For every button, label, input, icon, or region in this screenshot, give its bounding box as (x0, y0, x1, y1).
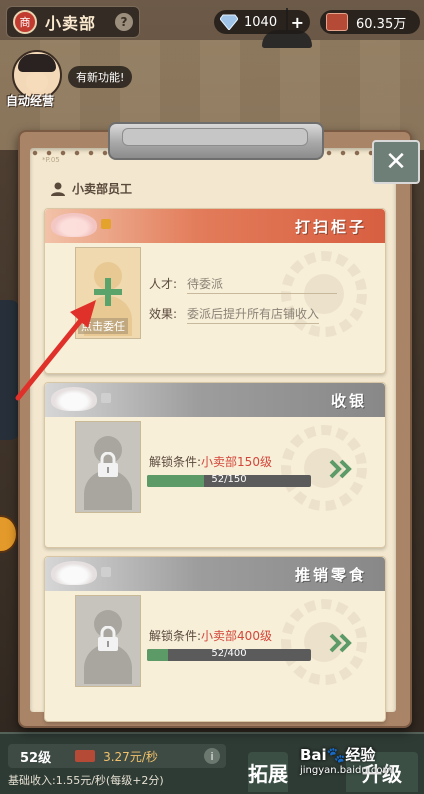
lock-icon (98, 626, 118, 651)
shop-title: 小卖部 (45, 14, 97, 33)
income-rate: 3.27元/秒 (103, 749, 158, 764)
money-counter: 60.35万 (320, 10, 420, 34)
staff-card-clean-cabinet: 打扫柜子 点击委任 人才: 待委派 效果: 委派后提升所有店铺收入 (44, 208, 386, 374)
chef-hat-icon (51, 561, 97, 585)
income-icon (75, 750, 96, 762)
locked-staff-slot (75, 421, 141, 513)
level-progress-bar: 52/150 (147, 474, 311, 487)
level-bar: 52级 3.27元/秒 i (8, 744, 226, 768)
background-character (0, 300, 20, 440)
badge-icon (101, 219, 111, 229)
cash-icon (326, 13, 348, 31)
unlock-condition-label: 解锁条件: (149, 455, 202, 469)
locked-staff-slot (75, 595, 141, 687)
person-icon (51, 182, 65, 196)
level-progress-text: 52/150 (211, 474, 247, 485)
expand-button[interactable]: 拓展 (248, 752, 288, 792)
chef-hat-icon (51, 387, 97, 411)
effect-value: 委派后提升所有店铺收入 (187, 305, 320, 324)
card-title: 收银 (330, 391, 367, 410)
help-icon[interactable]: ? (115, 13, 133, 31)
unlock-condition-value: 小卖部400级 (201, 629, 272, 643)
gem-count: 1040 (244, 14, 278, 30)
add-gems-button[interactable]: + (291, 13, 304, 32)
shop-level: 52级 (20, 750, 52, 766)
level-progress-text: 52/400 (211, 648, 247, 659)
baidu-brand: Bai🐾经验 (300, 746, 376, 764)
staff-card-sell-snacks: 推销零食 解锁条件:小卖部400级 52/400 (44, 556, 386, 722)
gear-watermark-icon (281, 425, 367, 511)
chef-hat-icon (51, 213, 97, 237)
staff-section-header: 小卖部员工 (50, 180, 132, 197)
plus-icon[interactable] (94, 278, 122, 306)
avatar-face (26, 72, 48, 92)
unlock-condition: 解锁条件:小卖部150级 (149, 453, 272, 470)
baidu-brand-latin: Bai (300, 746, 327, 764)
info-icon[interactable]: i (204, 748, 220, 764)
talent-label: 人才: (149, 277, 178, 291)
baidu-watermark: Bai🐾经验 jingyan.baidu.com (300, 744, 420, 788)
double-chevron-right-icon[interactable] (329, 459, 353, 479)
base-income-text: 基础收入:1.55元/秒(每级+2分) (8, 774, 164, 787)
card-title: 推销零食 (294, 565, 367, 584)
unlock-condition-value: 小卖部150级 (201, 455, 272, 469)
new-feature-bubble: 有新功能! (68, 66, 133, 88)
gem-counter: 1040 + (214, 10, 310, 34)
appoint-label[interactable]: 点击委任 (78, 318, 128, 334)
level-progress-bar: 52/400 (147, 648, 311, 661)
auto-manage-label[interactable]: 自动经营 (6, 92, 54, 109)
shop-badge-icon: 商 (13, 10, 37, 34)
card-header: 打扫柜子 (45, 209, 385, 243)
lock-icon (98, 452, 118, 477)
unlock-condition: 解锁条件:小卖部400级 (149, 627, 272, 644)
badge-icon (101, 393, 111, 403)
badge-icon (101, 567, 111, 577)
gear-watermark-icon (281, 251, 367, 337)
card-header: 推销零食 (45, 557, 385, 591)
avatar-hair (18, 54, 56, 72)
page-number: *P.05 (42, 156, 60, 164)
effect-label: 效果: (149, 307, 178, 321)
unlock-condition-label: 解锁条件: (149, 629, 202, 643)
money-count: 60.35万 (356, 16, 407, 32)
double-chevron-right-icon[interactable] (329, 633, 353, 653)
shop-title-bar: 商 小卖部 ? (6, 6, 140, 38)
diamond-icon (220, 14, 238, 30)
close-button[interactable]: ✕ (372, 140, 420, 184)
talent-value: 待委派 (187, 275, 337, 294)
clipboard-clip-inner (122, 128, 308, 146)
baidu-url: jingyan.baidu.com (300, 765, 393, 776)
gear-watermark-icon (281, 599, 367, 685)
baidu-brand-cn: 经验 (345, 746, 376, 764)
card-title: 打扫柜子 (294, 217, 367, 236)
appoint-staff-slot[interactable]: 点击委任 (75, 247, 141, 339)
staff-card-cashier: 收银 解锁条件:小卖部150级 52/150 (44, 382, 386, 548)
card-header: 收银 (45, 383, 385, 417)
staff-section-title: 小卖部员工 (72, 182, 133, 196)
